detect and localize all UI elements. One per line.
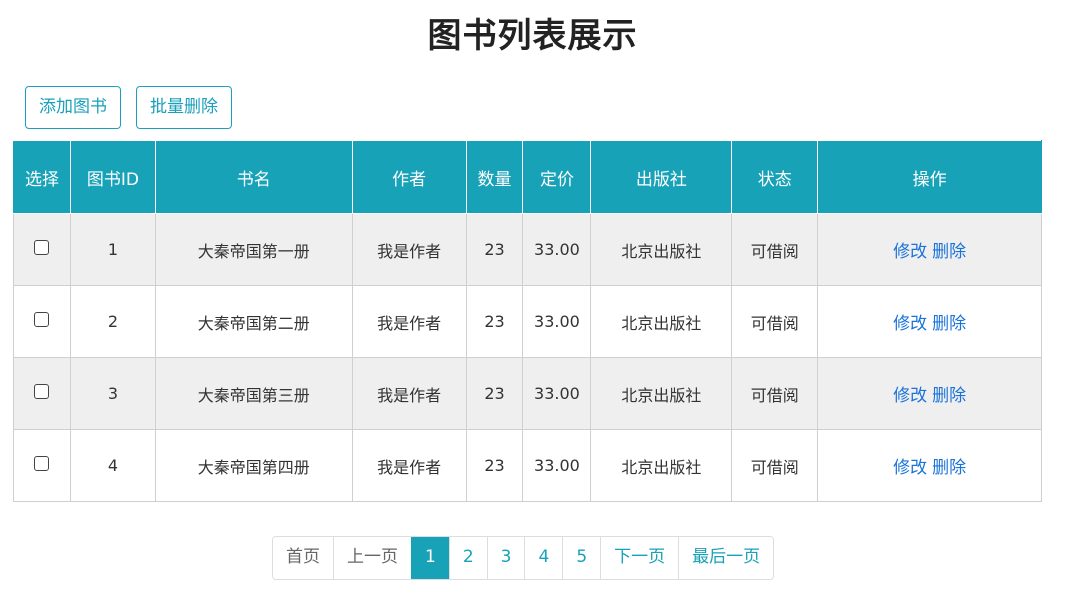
count-cell: 23 [465,213,524,286]
col-header-price: 定价 [522,140,592,214]
table-row: 3 大秦帝国第三册 我是作者 23 33.00 北京出版社 可借阅 修改 删除 [13,357,1042,430]
book-table: 选择 图书ID 书名 作者 数量 定价 出版社 状态 操作 1 大秦帝国第一册 … [13,140,1042,502]
add-book-button[interactable]: 添加图书 [25,86,121,129]
count-cell: 23 [465,429,524,502]
book-name-cell: 大秦帝国第四册 [154,429,353,502]
edit-link[interactable]: 修改 [893,458,927,478]
actions-cell: 修改 删除 [817,429,1042,502]
author-cell: 我是作者 [351,285,467,358]
delete-link[interactable]: 删除 [932,242,966,262]
edit-link[interactable]: 修改 [893,314,927,334]
publisher-cell: 北京出版社 [590,285,733,358]
pagination-next[interactable]: 下一页 [600,537,679,579]
book-id-cell: 2 [69,285,156,358]
price-cell: 33.00 [522,357,592,430]
pagination-last[interactable]: 最后一页 [678,537,774,579]
count-cell: 23 [465,285,524,358]
price-cell: 33.00 [522,285,592,358]
col-header-author: 作者 [351,140,467,214]
col-header-actions: 操作 [817,140,1042,214]
author-cell: 我是作者 [351,357,467,430]
edit-link[interactable]: 修改 [893,242,927,262]
book-name-cell: 大秦帝国第二册 [154,285,353,358]
row-checkbox[interactable] [34,456,50,471]
pagination-page-5[interactable]: 5 [562,537,601,579]
book-id-cell: 1 [69,213,156,286]
col-header-publisher: 出版社 [590,140,733,214]
book-name-cell: 大秦帝国第三册 [154,357,353,430]
pagination: 首页 上一页 1 2 3 4 5 下一页 最后一页 [272,536,775,580]
pagination-prev[interactable]: 上一页 [333,537,411,579]
author-cell: 我是作者 [351,429,467,502]
table-row: 2 大秦帝国第二册 我是作者 23 33.00 北京出版社 可借阅 修改 删除 [13,285,1042,358]
row-checkbox[interactable] [34,240,50,255]
actions-cell: 修改 删除 [817,357,1042,430]
status-cell: 可借阅 [731,285,819,358]
pagination-page-3[interactable]: 3 [486,537,525,579]
select-cell [13,285,71,358]
batch-delete-button[interactable]: 批量删除 [136,86,232,129]
author-cell: 我是作者 [351,213,467,286]
publisher-cell: 北京出版社 [590,213,733,286]
row-checkbox[interactable] [34,384,50,399]
pagination-page-1[interactable]: 1 [411,537,449,579]
select-cell [13,429,71,502]
delete-link[interactable]: 删除 [932,314,966,334]
book-list-page: 图书列表展示 添加图书 批量删除 选择 图书ID 书名 作者 数量 定价 出版社… [0,0,1065,604]
actions-cell: 修改 删除 [817,285,1042,358]
pagination-first[interactable]: 首页 [273,537,333,579]
edit-link[interactable]: 修改 [893,386,927,406]
status-cell: 可借阅 [731,357,819,430]
col-header-name: 书名 [154,140,353,214]
table-row: 4 大秦帝国第四册 我是作者 23 33.00 北京出版社 可借阅 修改 删除 [13,429,1042,502]
select-cell [13,357,71,430]
page-title: 图书列表展示 [427,16,638,56]
row-checkbox[interactable] [34,312,50,327]
col-header-count: 数量 [465,140,524,214]
publisher-cell: 北京出版社 [590,357,733,430]
select-cell [13,213,71,286]
delete-link[interactable]: 删除 [932,386,966,406]
pagination-page-2[interactable]: 2 [448,537,487,579]
status-cell: 可借阅 [731,429,819,502]
price-cell: 33.00 [522,213,592,286]
actions-cell: 修改 删除 [817,213,1042,286]
book-id-cell: 4 [69,429,156,502]
col-header-select: 选择 [13,140,71,214]
toolbar: 添加图书 批量删除 [25,86,232,129]
price-cell: 33.00 [522,429,592,502]
count-cell: 23 [465,357,524,430]
pagination-page-4[interactable]: 4 [524,537,563,579]
delete-link[interactable]: 删除 [932,458,966,478]
publisher-cell: 北京出版社 [590,429,733,502]
book-id-cell: 3 [69,357,156,430]
col-header-status: 状态 [731,140,819,214]
table-header-row: 选择 图书ID 书名 作者 数量 定价 出版社 状态 操作 [13,140,1042,214]
status-cell: 可借阅 [731,213,819,286]
book-name-cell: 大秦帝国第一册 [154,213,353,286]
table-row: 1 大秦帝国第一册 我是作者 23 33.00 北京出版社 可借阅 修改 删除 [13,213,1042,286]
col-header-id: 图书ID [69,140,156,214]
